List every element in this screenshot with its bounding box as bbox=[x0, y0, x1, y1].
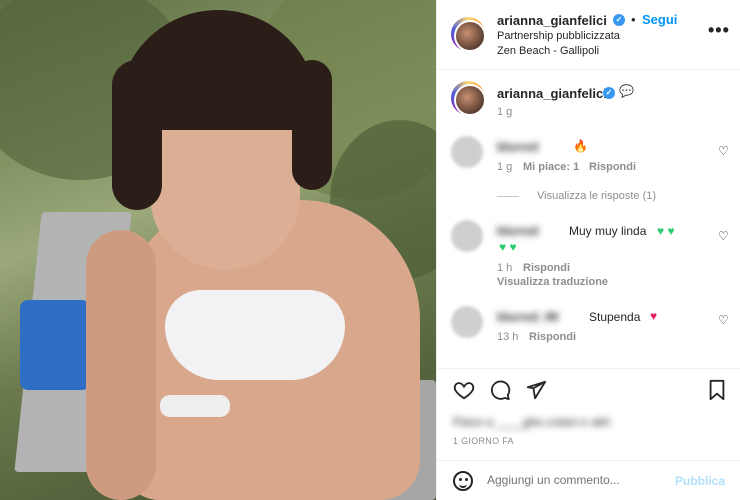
replies-divider bbox=[497, 196, 519, 197]
comment-likes[interactable]: Mi piace: 1 bbox=[523, 161, 579, 173]
swimsuit-bottom bbox=[160, 395, 230, 417]
comment-username[interactable]: blurred bbox=[497, 140, 538, 154]
comment-text: Muy muy linda bbox=[569, 224, 647, 238]
comment-composer: Pubblica bbox=[437, 460, 740, 500]
partnership-label[interactable]: Partnership pubblicizzata bbox=[497, 30, 620, 42]
comment-avatar[interactable] bbox=[451, 136, 483, 168]
follow-button[interactable]: Segui bbox=[642, 12, 677, 27]
comment-text: Stupenda bbox=[589, 310, 641, 324]
comment-username[interactable]: blurred bbox=[497, 224, 538, 238]
speech-bubble-icon: 💬 bbox=[619, 84, 634, 98]
post-actions bbox=[437, 368, 740, 410]
like-comment-heart-icon[interactable]: ♡ bbox=[718, 144, 729, 158]
reply-button[interactable]: Rispondi bbox=[589, 161, 636, 173]
hair bbox=[292, 60, 332, 190]
separator-dot: • bbox=[631, 12, 636, 27]
comment-bubble-icon[interactable] bbox=[489, 379, 511, 401]
avatar[interactable] bbox=[451, 17, 486, 52]
comment-username[interactable]: blurred_99 bbox=[497, 310, 558, 324]
comment-time: 1 h bbox=[497, 262, 513, 274]
comment-avatar[interactable] bbox=[451, 220, 483, 252]
green-hearts-emoji: ♥ ♥ bbox=[499, 240, 517, 254]
caption-time: 1 g bbox=[497, 106, 513, 118]
arm-left bbox=[86, 230, 156, 500]
like-comment-heart-icon[interactable]: ♡ bbox=[718, 313, 729, 327]
swimsuit-top bbox=[165, 290, 345, 380]
green-hearts-emoji: ♥ ♥ bbox=[657, 224, 675, 238]
reply-button[interactable]: Rispondi bbox=[529, 331, 576, 343]
publish-button[interactable]: Pubblica bbox=[675, 474, 725, 488]
red-heart-emoji: ♥ bbox=[650, 309, 658, 323]
post-date: 1 GIORNO FA bbox=[453, 436, 514, 446]
bookmark-icon[interactable] bbox=[707, 379, 727, 401]
emoji-picker-icon[interactable] bbox=[453, 471, 473, 491]
comment-input[interactable] bbox=[487, 473, 667, 487]
caption-username[interactable]: arianna_gianfelici bbox=[497, 86, 607, 101]
post-side-panel: arianna_gianfelici ✓ • Segui Partnership… bbox=[436, 0, 740, 500]
like-heart-icon[interactable] bbox=[453, 379, 475, 401]
likes-summary[interactable]: Piace a ____ghe.colani e altri bbox=[453, 415, 610, 429]
flame-emoji: 🔥 bbox=[573, 139, 588, 153]
post-header: arianna_gianfelici ✓ • Segui Partnership… bbox=[437, 0, 740, 70]
like-comment-heart-icon[interactable]: ♡ bbox=[718, 229, 729, 243]
post-photo[interactable] bbox=[0, 0, 436, 500]
caption-avatar[interactable] bbox=[451, 81, 486, 116]
post-username[interactable]: arianna_gianfelici bbox=[497, 13, 607, 28]
verified-badge-icon: ✓ bbox=[613, 14, 625, 26]
translate-button[interactable]: Visualizza traduzione bbox=[497, 276, 608, 288]
share-send-icon[interactable] bbox=[525, 379, 547, 401]
hair bbox=[112, 60, 162, 210]
comment-avatar[interactable] bbox=[451, 306, 483, 338]
comment-time: 13 h bbox=[497, 331, 519, 343]
more-options-icon[interactable]: ••• bbox=[708, 20, 730, 41]
chair bbox=[20, 300, 90, 390]
view-replies-button[interactable]: Visualizza le risposte (1) bbox=[537, 190, 656, 202]
location-link[interactable]: Zen Beach - Gallipoli bbox=[497, 45, 599, 57]
verified-badge-icon: ✓ bbox=[603, 87, 615, 99]
comment-time: 1 g bbox=[497, 161, 513, 173]
reply-button[interactable]: Rispondi bbox=[523, 262, 570, 274]
